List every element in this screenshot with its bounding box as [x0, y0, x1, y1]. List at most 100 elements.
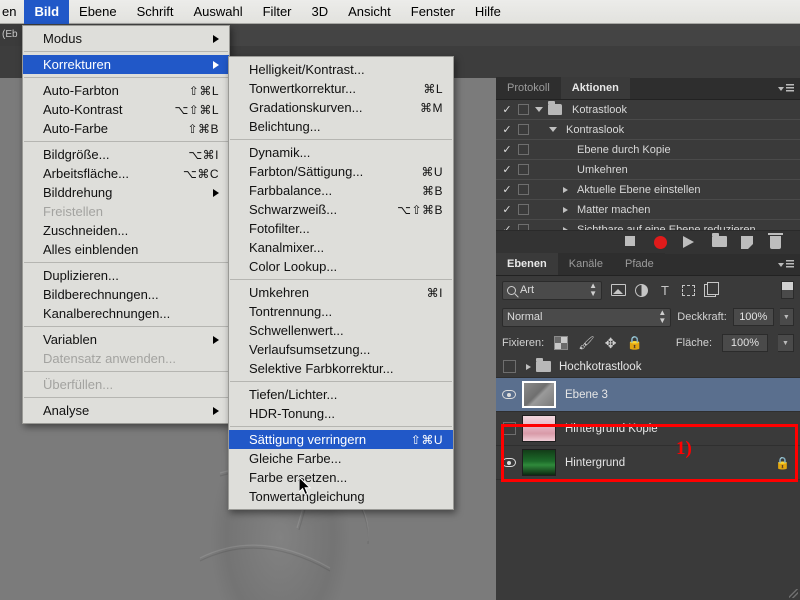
fill-dropdown-arrow[interactable]: ▼: [778, 334, 794, 352]
tab-aktionen[interactable]: Aktionen: [560, 77, 630, 99]
adjustment-filter-icon[interactable]: [635, 283, 648, 297]
pixel-filter-icon[interactable]: [611, 284, 626, 296]
play-icon[interactable]: [683, 235, 697, 250]
action-dialog-toggle[interactable]: [518, 164, 529, 175]
chevron-right-icon[interactable]: [526, 363, 531, 370]
action-dialog-toggle[interactable]: [518, 204, 529, 215]
action-enabled-checkmark[interactable]: ✓: [496, 143, 518, 156]
menu-item-tiefen-lichter[interactable]: Tiefen/Lichter...: [229, 385, 453, 404]
menu-item-zuschneiden[interactable]: Zuschneiden...: [23, 221, 229, 240]
blend-mode-select[interactable]: Normal ▲ ▼: [502, 307, 672, 327]
stop-icon[interactable]: [625, 235, 639, 250]
layer-row[interactable]: Hochkotrastlook: [496, 356, 800, 378]
menu-en[interactable]: en: [0, 0, 24, 24]
chevron-down-icon[interactable]: [549, 127, 557, 132]
menu-item-gradationskurven[interactable]: Gradationskurven... ⌘M: [229, 98, 453, 117]
menu-ansicht[interactable]: Ansicht: [338, 0, 401, 24]
panel-resize-grip[interactable]: [789, 589, 798, 598]
menu-item-kanalmixer[interactable]: Kanalmixer...: [229, 238, 453, 257]
action-dialog-toggle[interactable]: [518, 184, 529, 195]
chevron-down-icon[interactable]: [535, 107, 543, 112]
menu-hilfe[interactable]: Hilfe: [465, 0, 511, 24]
panel-menu-icon[interactable]: [778, 83, 794, 94]
layer-row[interactable]: Ebene 3: [496, 378, 800, 412]
menu-item-korrekturen[interactable]: Korrekturen: [23, 55, 229, 74]
layer-visibility-toggle[interactable]: [496, 458, 522, 467]
menu-fenster[interactable]: Fenster: [401, 0, 465, 24]
layer-visibility-toggle[interactable]: [496, 390, 522, 399]
filter-toggle[interactable]: [781, 281, 794, 299]
menu-item-hdr-tonung[interactable]: HDR-Tonung...: [229, 404, 453, 423]
menu-ebene[interactable]: Ebene: [69, 0, 127, 24]
menu-filter[interactable]: Filter: [253, 0, 302, 24]
actions-list[interactable]: ✓ Kotrastlook ✓ Kontraslook ✓ Ebene durch Kop…: [496, 100, 800, 230]
action-row[interactable]: ✓ Kotrastlook: [496, 100, 800, 120]
menu-item-selektive-farbkorrektur[interactable]: Selektive Farbkorrektur...: [229, 359, 453, 378]
menu-item-belichtung[interactable]: Belichtung...: [229, 117, 453, 136]
tab-protokoll[interactable]: Protokoll: [496, 77, 561, 99]
lock-position-icon[interactable]: ✥: [605, 335, 617, 352]
menu-item-farbe-ersetzen[interactable]: Farbe ersetzen...: [229, 468, 453, 487]
menu-bild[interactable]: Bild: [24, 0, 70, 24]
action-enabled-checkmark[interactable]: ✓: [496, 223, 518, 230]
action-row[interactable]: ✓ Aktuelle Ebene einstellen: [496, 180, 800, 200]
menu-item-alles-einblenden[interactable]: Alles einblenden: [23, 240, 229, 259]
action-row[interactable]: ✓ Kontraslook: [496, 120, 800, 140]
action-dialog-toggle[interactable]: [518, 144, 529, 155]
opacity-dropdown-arrow[interactable]: ▼: [779, 308, 794, 326]
layers-list[interactable]: Hochkotrastlook Ebene 3 Hintergrund Kopie H…: [496, 356, 800, 480]
action-enabled-checkmark[interactable]: ✓: [496, 203, 518, 216]
chevron-right-icon[interactable]: [563, 186, 568, 193]
action-dialog-toggle[interactable]: [518, 224, 529, 230]
menu-item-helligkeit-kontrast[interactable]: Helligkeit/Kontrast...: [229, 60, 453, 79]
action-enabled-checkmark[interactable]: ✓: [496, 183, 518, 196]
action-row[interactable]: ✓ Matter machen: [496, 200, 800, 220]
menu-item-fotofilter[interactable]: Fotofilter...: [229, 219, 453, 238]
menu-item-analyse[interactable]: Analyse: [23, 401, 229, 420]
lock-all-icon[interactable]: 🔒: [626, 335, 642, 351]
action-row[interactable]: ✓ Sichtbare auf eine Ebene reduzieren: [496, 220, 800, 230]
menu-item-farbbalance[interactable]: Farbbalance... ⌘B: [229, 181, 453, 200]
type-filter-icon[interactable]: T: [657, 283, 673, 298]
menu-item-kanalberechnungen[interactable]: Kanalberechnungen...: [23, 304, 229, 323]
layer-thumbnail[interactable]: [522, 381, 556, 408]
shape-filter-icon[interactable]: [682, 284, 695, 296]
layer-visibility-toggle[interactable]: [496, 422, 522, 435]
menu-item-auto-farbton[interactable]: Auto-Farbton ⇧⌘L: [23, 81, 229, 100]
smartobject-filter-icon[interactable]: [704, 281, 719, 297]
fill-value[interactable]: 100%: [722, 334, 768, 352]
menu-item-schwellenwert[interactable]: Schwellenwert...: [229, 321, 453, 340]
layers-panel-menu-icon[interactable]: [778, 259, 794, 270]
delete-icon[interactable]: [768, 232, 784, 250]
layer-visibility-toggle[interactable]: [496, 360, 522, 373]
action-dialog-toggle[interactable]: [518, 104, 529, 115]
menu-item-tonwertangleichung[interactable]: Tonwertangleichung: [229, 487, 453, 506]
action-enabled-checkmark[interactable]: ✓: [496, 103, 518, 116]
menu-item-bilddrehung[interactable]: Bilddrehung: [23, 183, 229, 202]
lock-transparent-icon[interactable]: [554, 336, 569, 350]
menu-item-umkehren[interactable]: Umkehren ⌘I: [229, 283, 453, 302]
menu-item-tontrennung[interactable]: Tontrennung...: [229, 302, 453, 321]
action-dialog-toggle[interactable]: [518, 124, 529, 135]
action-row[interactable]: ✓ Umkehren: [496, 160, 800, 180]
menu-item-variablen[interactable]: Variablen: [23, 330, 229, 349]
menu-item-arbeitsfl-che[interactable]: Arbeitsfläche... ⌥⌘C: [23, 164, 229, 183]
opacity-value[interactable]: 100%: [732, 308, 774, 326]
layer-row[interactable]: Hintergrund Kopie: [496, 412, 800, 446]
layer-thumbnail[interactable]: [522, 449, 556, 476]
action-row[interactable]: ✓ Ebene durch Kopie: [496, 140, 800, 160]
new-set-icon[interactable]: [712, 232, 727, 250]
menu-item-verlaufsumsetzung[interactable]: Verlaufsumsetzung...: [229, 340, 453, 359]
tab-ebenen[interactable]: Ebenen: [496, 253, 558, 275]
record-icon[interactable]: [654, 235, 668, 250]
tab-kan-le[interactable]: Kanäle: [557, 253, 614, 275]
chevron-right-icon[interactable]: [563, 206, 568, 213]
menu-3d[interactable]: 3D: [302, 0, 339, 24]
layer-row[interactable]: Hintergrund 🔒: [496, 446, 800, 480]
new-action-icon[interactable]: [741, 235, 755, 250]
menu-item-dynamik[interactable]: Dynamik...: [229, 143, 453, 162]
lock-image-icon[interactable]: 🖌: [578, 335, 595, 351]
menu-item-gleiche-farbe[interactable]: Gleiche Farbe...: [229, 449, 453, 468]
chevron-right-icon[interactable]: [563, 226, 568, 230]
tab-pfade[interactable]: Pfade: [614, 253, 665, 275]
